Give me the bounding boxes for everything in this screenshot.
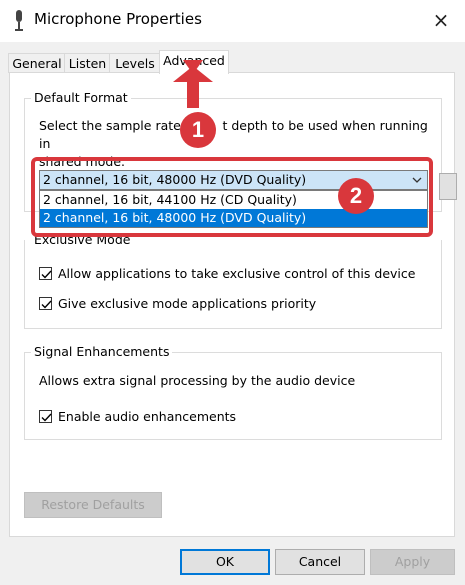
exclusive-mode-group xyxy=(24,240,442,329)
allow-exclusive-control-row[interactable]: Allow applications to take exclusive con… xyxy=(39,264,415,282)
ok-button[interactable]: OK xyxy=(180,549,270,575)
cancel-button[interactable]: Cancel xyxy=(275,549,365,575)
step-1-badge: 1 xyxy=(180,112,216,148)
signal-enhancements-group: Signal Enhancements xyxy=(24,344,442,440)
checkmark-icon xyxy=(41,413,52,422)
microphone-icon xyxy=(15,10,23,31)
default-format-title: Default Format xyxy=(31,90,131,105)
enable-audio-enhancements-row[interactable]: Enable audio enhancements xyxy=(39,407,236,425)
checkmark-icon xyxy=(41,270,52,279)
close-button[interactable]: × xyxy=(425,6,457,34)
apply-button[interactable]: Apply xyxy=(370,549,455,575)
give-priority-checkbox[interactable] xyxy=(39,296,52,310)
give-priority-row[interactable]: Give exclusive mode applications priorit… xyxy=(39,294,316,312)
allow-exclusive-control-checkbox[interactable] xyxy=(39,266,52,280)
allow-exclusive-control-label: Allow applications to take exclusive con… xyxy=(58,265,416,281)
checkmark-icon xyxy=(41,300,52,309)
enable-audio-enhancements-label: Enable audio enhancements xyxy=(58,408,237,424)
step-2-badge: 2 xyxy=(338,178,374,214)
signal-enhancements-description: Allows extra signal processing by the au… xyxy=(39,373,356,388)
side-button-stub[interactable] xyxy=(439,173,457,200)
close-icon: × xyxy=(432,8,450,32)
signal-enhancements-title: Signal Enhancements xyxy=(31,344,173,359)
tab-listen[interactable]: Listen xyxy=(64,53,111,73)
restore-defaults-button[interactable]: Restore Defaults xyxy=(24,492,162,518)
window-title: Microphone Properties xyxy=(34,10,202,28)
enable-audio-enhancements-checkbox[interactable] xyxy=(39,409,52,423)
give-priority-label: Give exclusive mode applications priorit… xyxy=(58,295,317,311)
microphone-properties-window: Microphone Properties × General Listen L… xyxy=(0,0,465,585)
tab-levels[interactable]: Levels xyxy=(109,53,161,73)
tab-general[interactable]: General xyxy=(8,53,66,73)
title-bar: Microphone Properties × xyxy=(0,0,465,42)
tab-advanced[interactable]: Advanced xyxy=(159,50,229,74)
